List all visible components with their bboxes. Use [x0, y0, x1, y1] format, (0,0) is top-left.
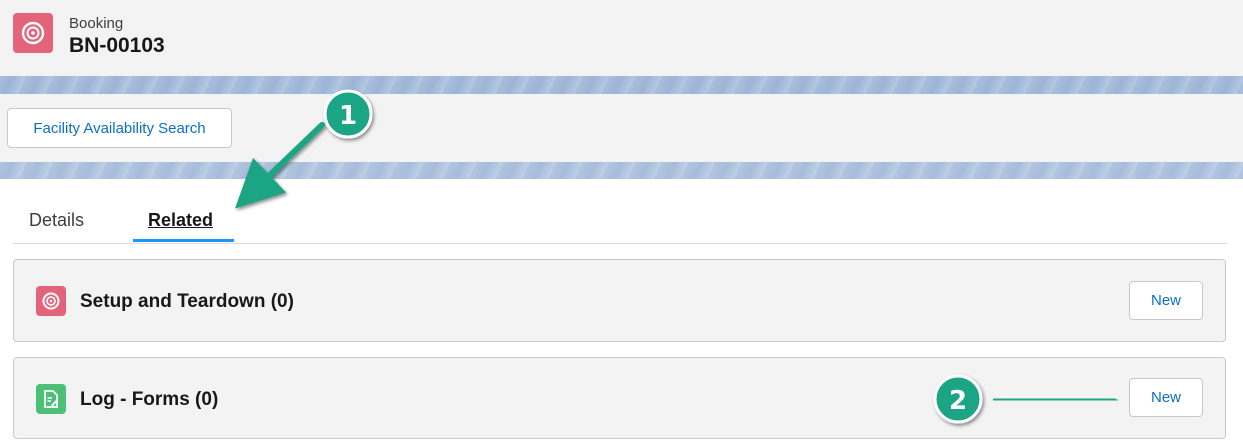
related-list-log-forms: Log - Forms (0) New: [13, 357, 1226, 439]
decorative-banner-lower: [0, 162, 1243, 179]
setup-teardown-icon: [36, 286, 66, 316]
record-header: Booking BN-00103: [0, 0, 1243, 77]
record-title: BN-00103: [69, 34, 165, 57]
related-list-title: Setup and Teardown (0): [80, 291, 294, 312]
facility-availability-search-button[interactable]: Facility Availability Search: [7, 108, 232, 148]
related-list-title: Log - Forms (0): [80, 389, 219, 410]
tab-details[interactable]: Details: [29, 210, 84, 231]
booking-icon: [13, 13, 53, 53]
object-type-label: Booking: [69, 15, 124, 32]
form-log-icon: [36, 384, 66, 414]
new-log-form-button[interactable]: New: [1129, 378, 1203, 417]
decorative-banner: [0, 76, 1243, 94]
new-setup-teardown-button[interactable]: New: [1129, 281, 1203, 320]
tabs-divider: [13, 243, 1227, 244]
active-tab-indicator: [133, 239, 234, 242]
tab-related[interactable]: Related: [148, 210, 213, 231]
related-list-setup-and-teardown: Setup and Teardown (0) New: [13, 259, 1226, 342]
